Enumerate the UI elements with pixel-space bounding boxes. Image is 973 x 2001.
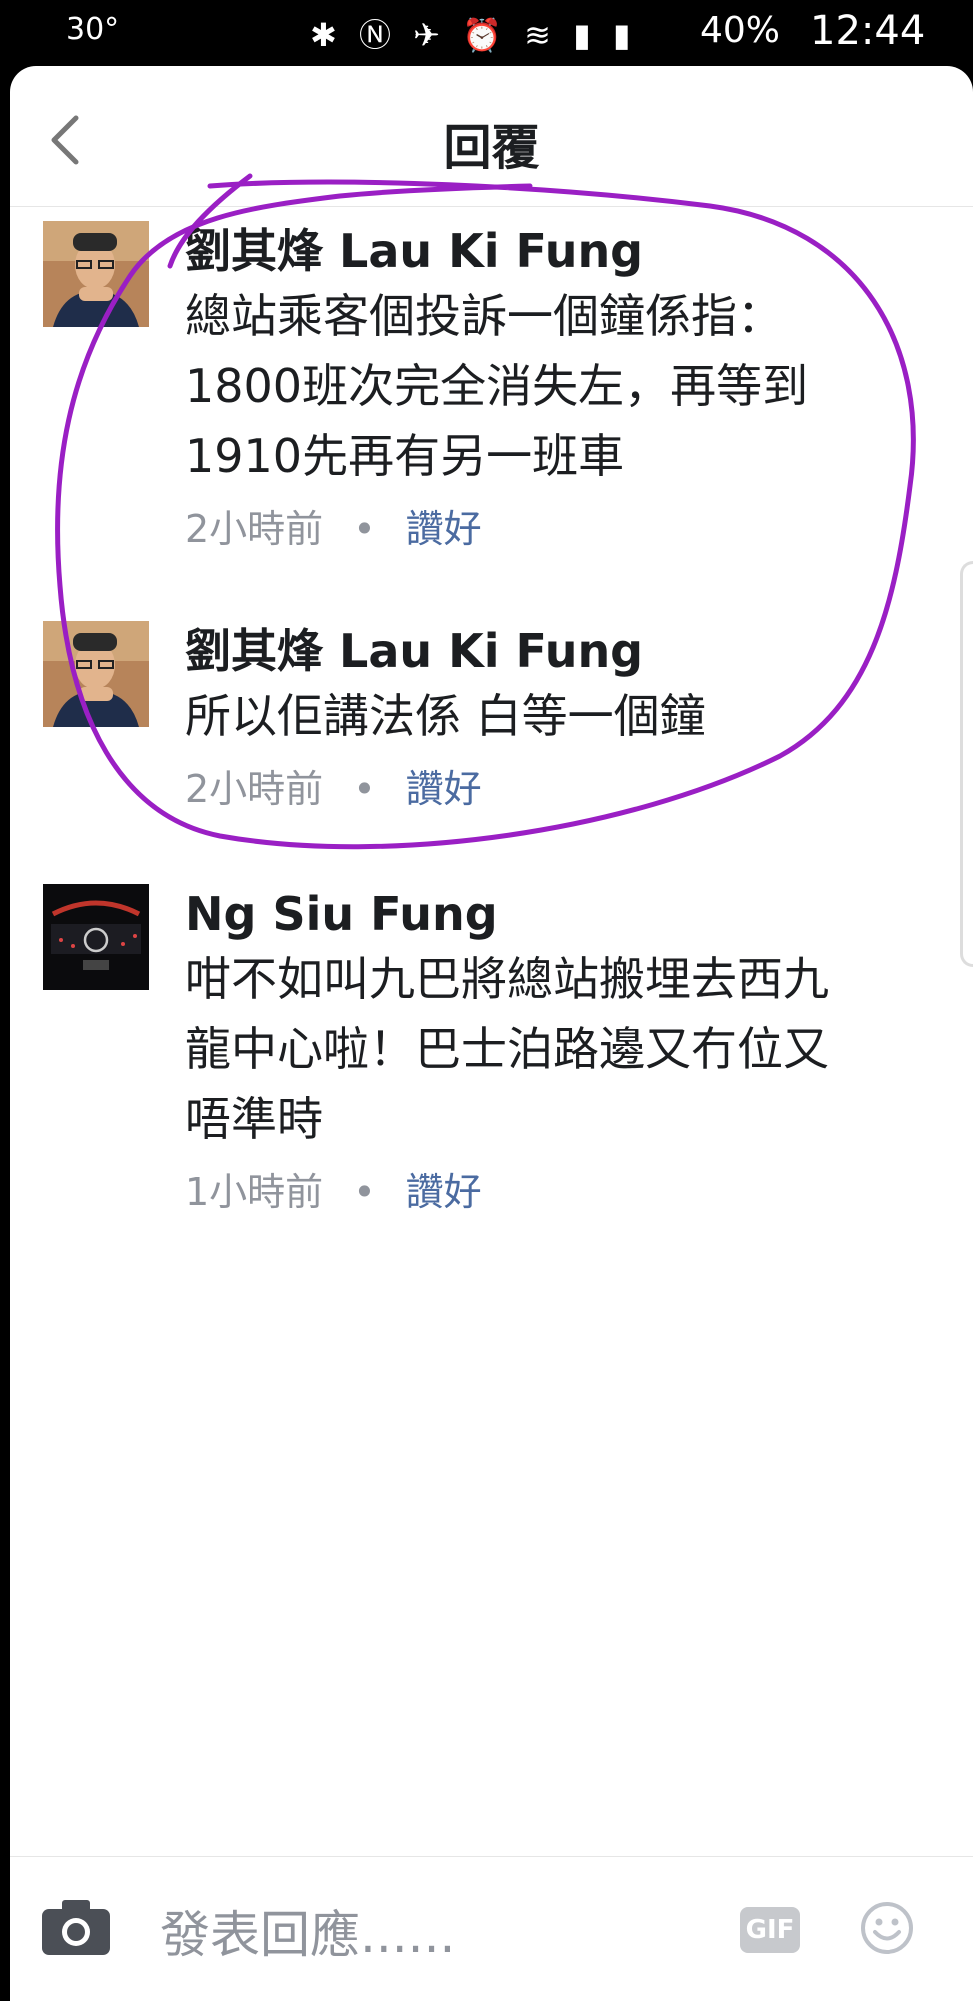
separator-dot: •: [353, 507, 376, 551]
clock: 12:44: [810, 8, 926, 54]
comment-line: 咁不如叫九巴將總站搬埋去西九: [185, 952, 829, 1006]
battery-level: 40%: [700, 10, 781, 51]
temperature: 30°: [66, 12, 120, 47]
comment-time: 2小時前: [185, 767, 324, 811]
comment-meta: 2小時前 • 讚好: [185, 761, 945, 817]
camera-icon[interactable]: [40, 1897, 112, 1957]
header: 回覆: [10, 66, 973, 207]
replies-sheet: 回覆 劉其烽 Lau Ki Fung 總站乘客個投訴一個鐘係指： 1800班次完…: [10, 66, 973, 2001]
separator-dot: •: [353, 1170, 376, 1214]
comment-body: 劉其烽 Lau Ki Fung 總站乘客個投訴一個鐘係指： 1800班次完全消失…: [185, 221, 945, 557]
comment-line: 龍中心啦！巴士泊路邊又冇位又: [185, 1022, 829, 1076]
comment-body: 劉其烽 Lau Ki Fung 所以佢講法係 白等一個鐘 2小時前 • 讚好: [185, 621, 945, 817]
status-bar: 30° ✱ Ⓝ ✈ ⏰ ≋ ▮ ▮ 40% 12:44: [0, 0, 973, 64]
page-title: 回覆: [443, 120, 540, 176]
avatar[interactable]: [43, 221, 149, 327]
comment-text: 所以佢講法係 白等一個鐘: [185, 681, 945, 751]
comment-composer: 發表回應...... GIF: [10, 1856, 973, 2001]
scrollbar[interactable]: [960, 561, 973, 967]
comment-author[interactable]: 劉其烽 Lau Ki Fung: [185, 221, 945, 281]
like-button[interactable]: 讚好: [406, 1170, 482, 1214]
separator-dot: •: [353, 767, 376, 811]
comment-text: 總站乘客個投訴一個鐘係指： 1800班次完全消失左，再等到 1910先再有另一班…: [185, 281, 945, 491]
like-button[interactable]: 讚好: [406, 507, 482, 551]
comment-body: Ng Siu Fung 咁不如叫九巴將總站搬埋去西九 龍中心啦！巴士泊路邊又冇位…: [185, 884, 945, 1220]
comment-input[interactable]: 發表回應......: [160, 1895, 455, 1967]
comment-line: 唔準時: [185, 1092, 323, 1146]
comment-time: 2小時前: [185, 507, 324, 551]
avatar[interactable]: [43, 884, 149, 990]
comment-line: 1910先再有另一班車: [185, 429, 625, 483]
comment-meta: 2小時前 • 讚好: [185, 501, 945, 557]
comment-author[interactable]: Ng Siu Fung: [185, 884, 945, 944]
comment-line: 所以佢講法係 白等一個鐘: [185, 689, 706, 743]
comment-meta: 1小時前 • 讚好: [185, 1164, 945, 1220]
comment-author[interactable]: 劉其烽 Lau Ki Fung: [185, 621, 945, 681]
comment-text: 咁不如叫九巴將總站搬埋去西九 龍中心啦！巴士泊路邊又冇位又 唔準時: [185, 944, 945, 1154]
emoji-icon[interactable]: [860, 1901, 914, 1955]
status-icons: ✱ Ⓝ ✈ ⏰ ≋ ▮ ▮: [310, 16, 637, 54]
comment-time: 1小時前: [185, 1170, 324, 1214]
like-button[interactable]: 讚好: [406, 767, 482, 811]
gif-button[interactable]: GIF: [740, 1907, 800, 1953]
comment-line: 1800班次完全消失左，再等到: [185, 359, 809, 413]
comment-line: 總站乘客個投訴一個鐘係指：: [185, 289, 783, 343]
avatar[interactable]: [43, 621, 149, 727]
